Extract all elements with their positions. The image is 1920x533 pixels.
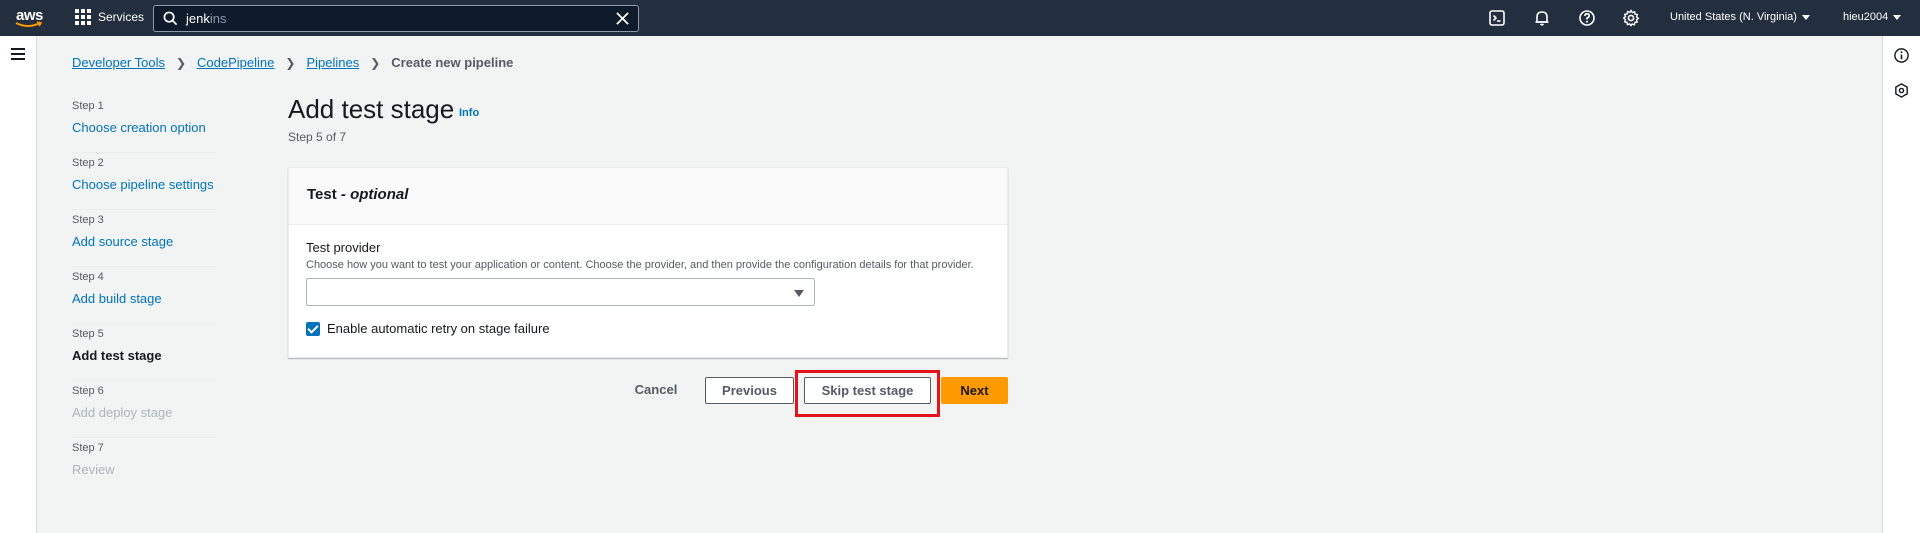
search-value: jenkins [186, 11, 226, 26]
step-7: Step 7 Review [72, 438, 216, 495]
step-number: Step 1 [72, 100, 104, 112]
panel-header: Test - optional [289, 168, 1007, 225]
step-number: Step 3 [72, 214, 104, 226]
search-icon [163, 11, 178, 26]
close-icon[interactable] [615, 11, 630, 26]
step-link-add-source-stage[interactable]: Add source stage [72, 234, 216, 249]
menu-icon[interactable] [11, 48, 25, 63]
info-panel-icon[interactable] [1893, 47, 1910, 64]
step-3: Step 3 Add source stage [72, 210, 216, 267]
region-selector[interactable]: United States (N. Virginia) [1670, 11, 1810, 23]
step-current-add-test-stage: Add test stage [72, 348, 162, 363]
services-label: Services [98, 10, 145, 24]
breadcrumb: Developer Tools ❯ CodePipeline ❯ Pipelin… [72, 55, 513, 70]
breadcrumb-current: Create new pipeline [391, 55, 514, 70]
chevron-down-icon [1893, 14, 1902, 20]
info-link[interactable]: Info [459, 107, 479, 119]
step-1: Step 1 Choose creation option [72, 96, 216, 153]
test-stage-panel: Test - optional Test provider Choose how… [288, 167, 1008, 358]
aws-smile-icon [15, 21, 43, 27]
step-link-add-build-stage[interactable]: Add build stage [72, 291, 216, 306]
auto-retry-option: Enable automatic retry on stage failure [306, 321, 550, 336]
breadcrumb-pipelines[interactable]: Pipelines [306, 55, 359, 70]
previous-button[interactable]: Previous [705, 377, 794, 404]
step-number: Step 5 [72, 328, 104, 340]
search-input[interactable]: jenkins [153, 5, 639, 32]
step-link-choose-creation-option[interactable]: Choose creation option [72, 120, 216, 135]
step-disabled-review: Review [72, 462, 115, 477]
account-menu[interactable]: hieu2004 [1843, 11, 1902, 23]
auto-retry-checkbox[interactable] [306, 321, 320, 336]
grid-icon [75, 9, 91, 25]
step-number: Step 6 [72, 385, 104, 397]
account-label: hieu2004 [1843, 11, 1889, 23]
step-counter: Step 5 of 7 [288, 130, 347, 144]
next-button[interactable]: Next [941, 377, 1008, 404]
settings-icon[interactable] [1622, 9, 1640, 27]
step-5: Step 5 Add test stage [72, 324, 216, 381]
chevron-right-icon: ❯ [285, 55, 296, 70]
wizard-steps: Step 1 Choose creation option Step 2 Cho… [72, 96, 216, 495]
cloudshell-icon[interactable] [1488, 9, 1506, 27]
test-provider-select[interactable] [306, 278, 815, 306]
search-autocomplete-text: ins [209, 11, 227, 26]
auto-retry-label[interactable]: Enable automatic retry on stage failure [327, 321, 550, 336]
skip-test-stage-button[interactable]: Skip test stage [804, 377, 931, 404]
breadcrumb-developer-tools[interactable]: Developer Tools [72, 55, 165, 70]
left-rail [0, 36, 37, 533]
aws-logo[interactable]: aws [14, 6, 48, 30]
bell-icon[interactable] [1533, 9, 1551, 27]
step-4: Step 4 Add build stage [72, 267, 216, 324]
step-disabled-add-deploy-stage: Add deploy stage [72, 405, 173, 420]
panel-title-main: Test [307, 186, 337, 203]
caret-down-icon [794, 290, 804, 297]
right-rail [1882, 36, 1920, 533]
help-icon[interactable] [1578, 9, 1596, 27]
test-provider-label: Test provider [306, 240, 381, 255]
services-menu-button[interactable]: Services [75, 9, 144, 25]
panel-title-optional: - optional [336, 186, 409, 203]
breadcrumb-codepipeline[interactable]: CodePipeline [197, 55, 274, 70]
step-6: Step 6 Add deploy stage [72, 381, 216, 438]
chevron-down-icon [1801, 14, 1810, 20]
top-navigation: aws Services jenkins United States (N. V… [0, 0, 1920, 36]
step-link-choose-pipeline-settings[interactable]: Choose pipeline settings [72, 177, 216, 192]
page-title: Add test stage [288, 94, 455, 124]
chevron-right-icon: ❯ [370, 55, 381, 70]
step-number: Step 4 [72, 271, 104, 283]
step-2: Step 2 Choose pipeline settings [72, 153, 216, 210]
region-label: United States (N. Virginia) [1670, 11, 1797, 23]
cancel-button[interactable]: Cancel [628, 378, 684, 400]
step-number: Step 2 [72, 157, 104, 169]
panel-title: Test - optional [307, 186, 989, 203]
step-number: Step 7 [72, 442, 104, 454]
hexagon-icon[interactable] [1893, 82, 1910, 99]
test-provider-description: Choose how you want to test your applica… [306, 259, 974, 271]
search-typed-text: jenk [186, 11, 210, 26]
chevron-right-icon: ❯ [175, 55, 187, 70]
